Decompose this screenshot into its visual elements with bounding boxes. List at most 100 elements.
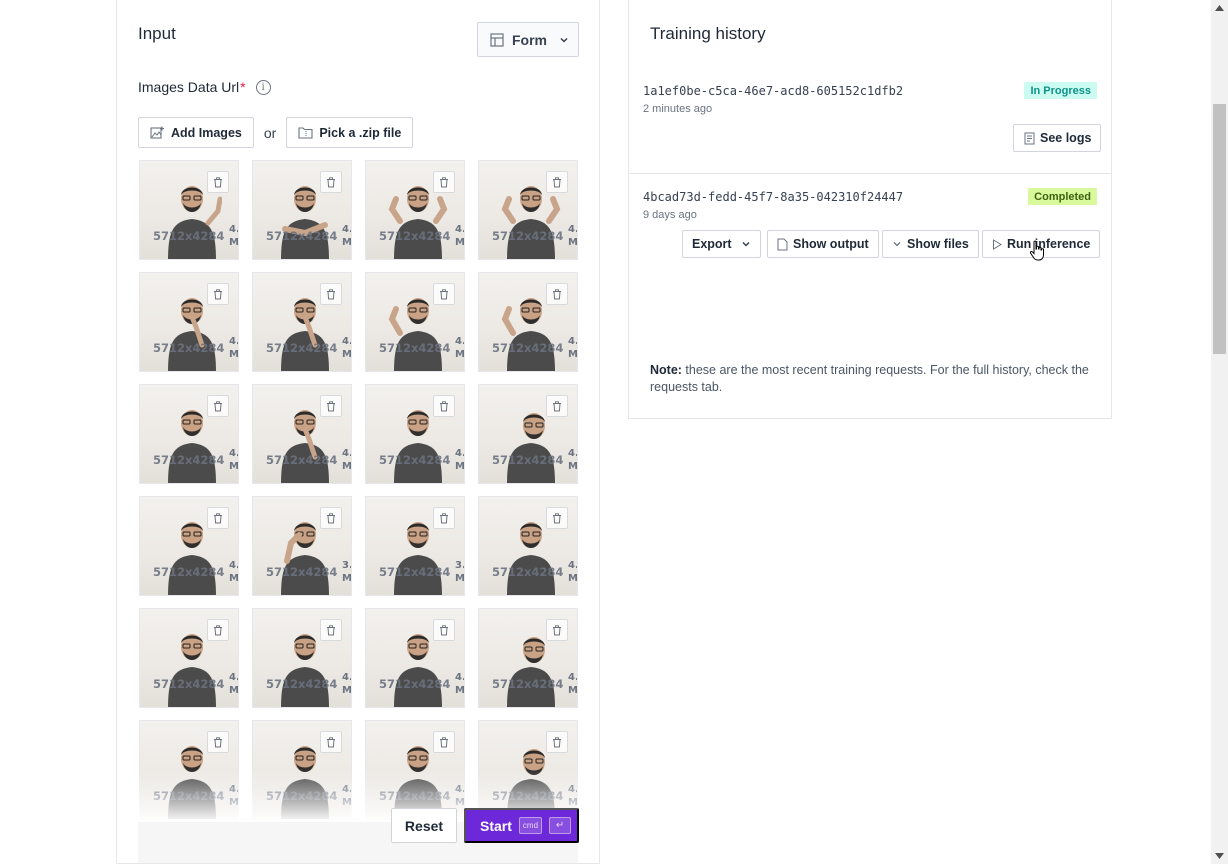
size-unit: MB	[455, 685, 465, 696]
image-thumbnail[interactable]: 5712x4284 4. MB	[139, 496, 239, 596]
delete-image-button[interactable]	[320, 395, 342, 417]
delete-image-button[interactable]	[546, 731, 568, 753]
scrollbar-thumb[interactable]	[1213, 104, 1226, 354]
image-thumbnail[interactable]: 5712x4284 4. MB	[478, 496, 578, 596]
image-thumbnail[interactable]: 5712x4284 4. MB	[365, 272, 465, 372]
image-thumbnail[interactable]: 5712x4284 4. MB	[252, 160, 352, 260]
delete-image-button[interactable]	[320, 619, 342, 641]
image-thumbnail[interactable]: 5712x4284 4. MB	[365, 608, 465, 708]
image-thumbnail[interactable]: 5712x4284 4. MB	[478, 160, 578, 260]
image-thumbnail[interactable]: 5712x4284 4. MB	[365, 384, 465, 484]
trash-icon	[553, 736, 561, 747]
input-panel: Input Form Images Data Url * i Add Image…	[116, 0, 600, 864]
image-dimensions: 5712x4284	[266, 453, 338, 467]
show-files-button[interactable]: Show files	[882, 230, 979, 258]
see-logs-label: See logs	[1040, 131, 1092, 145]
scroll-up-arrow-icon[interactable]	[1214, 4, 1225, 12]
start-button[interactable]: Start cmd ↵	[464, 808, 579, 843]
images-data-url-label: Images Data Url * i	[138, 79, 271, 95]
size-value: 4.	[455, 336, 465, 347]
request-time: 9 days ago	[643, 209, 697, 221]
size-unit: MB	[342, 685, 352, 696]
delete-image-button[interactable]	[433, 395, 455, 417]
kbd-cmd: cmd	[518, 817, 543, 834]
image-thumbnail[interactable]: 5712x4284 4. MB	[139, 160, 239, 260]
image-thumbnail[interactable]: 5712x4284 4. MB	[478, 272, 578, 372]
pick-zip-label: Pick a .zip file	[319, 125, 402, 140]
delete-image-button[interactable]	[320, 507, 342, 529]
size-value: 4.	[229, 336, 239, 347]
size-value: 4.	[229, 560, 239, 571]
image-thumbnail[interactable]: 5712x4284 3. MB	[365, 496, 465, 596]
see-logs-button[interactable]: See logs	[1013, 124, 1102, 152]
image-thumbnail[interactable]: 5712x4284 4. MB	[252, 608, 352, 708]
delete-image-button[interactable]	[320, 731, 342, 753]
delete-image-button[interactable]	[433, 171, 455, 193]
scroll-down-arrow-icon[interactable]	[1214, 852, 1225, 860]
delete-image-button[interactable]	[433, 283, 455, 305]
delete-image-button[interactable]	[546, 507, 568, 529]
delete-image-button[interactable]	[207, 171, 229, 193]
delete-image-button[interactable]	[433, 507, 455, 529]
required-mark: *	[240, 79, 246, 95]
delete-image-button[interactable]	[207, 507, 229, 529]
request-id[interactable]: 1a1ef0be-c5ca-46e7-acd8-605152c1dfb2	[643, 84, 903, 98]
image-file-size: 4. MB	[342, 671, 352, 697]
delete-image-button[interactable]	[433, 619, 455, 641]
delete-image-button[interactable]	[546, 395, 568, 417]
delete-image-button[interactable]	[207, 731, 229, 753]
request-id[interactable]: 4bcad73d-fedd-45f7-8a35-042310f24447	[643, 190, 903, 204]
show-output-button[interactable]: Show output	[767, 230, 879, 258]
delete-image-button[interactable]	[207, 395, 229, 417]
size-value: 4.	[229, 224, 239, 235]
image-file-size: 4. MB	[229, 447, 239, 473]
image-thumbnail[interactable]: 5712x4284 4. MB	[139, 384, 239, 484]
delete-image-button[interactable]	[546, 171, 568, 193]
image-dimensions: 5712x4284	[153, 677, 225, 691]
play-icon	[993, 238, 1002, 250]
info-icon[interactable]: i	[255, 79, 271, 95]
trash-icon	[327, 624, 335, 635]
image-dimensions: 5712x4284	[492, 229, 564, 243]
add-images-label: Add Images	[171, 125, 242, 140]
reset-button[interactable]: Reset	[391, 808, 457, 843]
image-thumbnail[interactable]: 5712x4284 4. MB	[252, 272, 352, 372]
trash-icon	[440, 512, 448, 523]
size-value: 3.	[455, 560, 465, 571]
field-label-text: Images Data Url	[138, 79, 240, 95]
image-thumbnail[interactable]: 5712x4284 4. MB	[252, 384, 352, 484]
size-unit: MB	[568, 573, 578, 584]
trash-icon	[327, 288, 335, 299]
image-thumbnail[interactable]: 5712x4284 3. MB	[252, 496, 352, 596]
image-file-size: 4. MB	[229, 223, 239, 249]
image-file-size: 4. MB	[568, 559, 578, 585]
export-dropdown[interactable]: Export	[682, 230, 761, 258]
size-value: 4.	[229, 448, 239, 459]
trash-icon	[214, 176, 222, 187]
image-dimensions: 5712x4284	[492, 341, 564, 355]
delete-image-button[interactable]	[207, 283, 229, 305]
image-thumbnail[interactable]: 5712x4284 4. MB	[478, 608, 578, 708]
size-value: 4.	[568, 224, 578, 235]
image-thumbnail[interactable]: 5712x4284 4. MB	[139, 608, 239, 708]
delete-image-button[interactable]	[546, 283, 568, 305]
delete-image-button[interactable]	[546, 619, 568, 641]
image-dimensions: 5712x4284	[266, 677, 338, 691]
image-thumbnail[interactable]: 5712x4284 4. MB	[139, 272, 239, 372]
trash-icon	[214, 512, 222, 523]
image-file-size: 4. MB	[455, 671, 465, 697]
image-dimensions: 5712x4284	[492, 453, 564, 467]
delete-image-button[interactable]	[320, 283, 342, 305]
image-file-size: 4. MB	[342, 447, 351, 473]
image-thumbnail[interactable]: 5712x4284 4. MB	[365, 160, 465, 260]
size-unit: MB	[229, 237, 239, 248]
image-dimensions: 5712x4284	[492, 565, 564, 579]
size-value: 4.	[568, 672, 578, 683]
pick-zip-button[interactable]: Pick a .zip file	[286, 117, 414, 148]
add-images-button[interactable]: Add Images	[138, 117, 254, 148]
image-thumbnail[interactable]: 5712x4284 4. MB	[478, 384, 578, 484]
delete-image-button[interactable]	[207, 619, 229, 641]
form-mode-dropdown[interactable]: Form	[477, 22, 579, 57]
delete-image-button[interactable]	[320, 171, 342, 193]
delete-image-button[interactable]	[433, 731, 455, 753]
